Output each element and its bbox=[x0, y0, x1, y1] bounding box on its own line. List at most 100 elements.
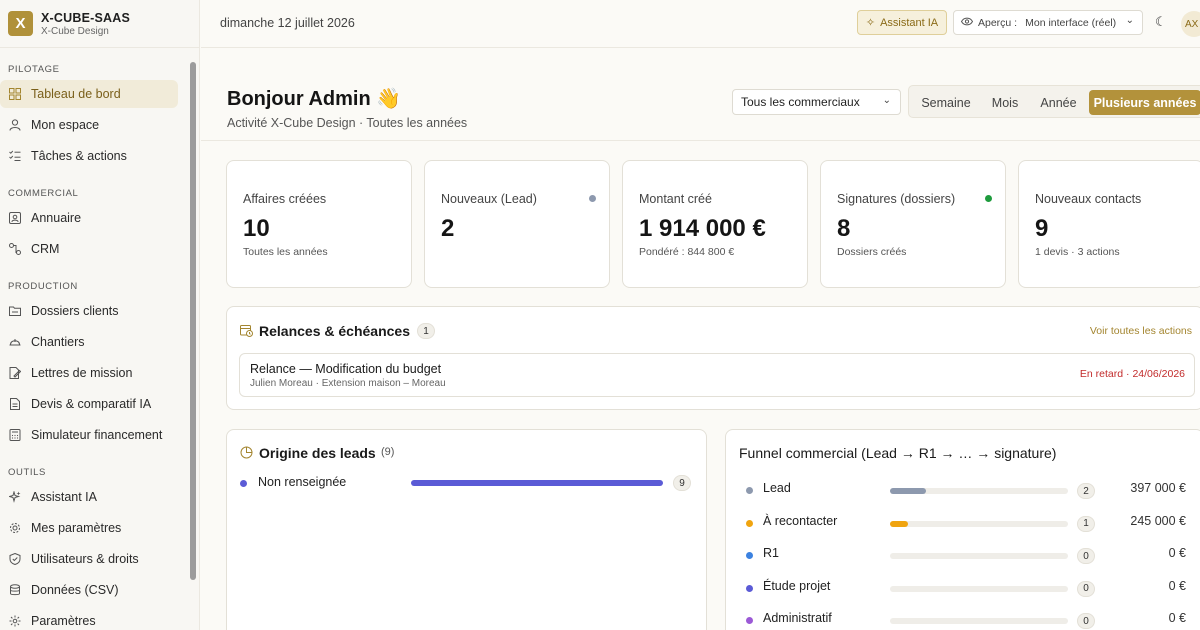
chevron-down-icon: ⌄ bbox=[882, 95, 891, 106]
current-date: dimanche 12 juillet 2026 bbox=[220, 16, 355, 30]
kpi-value: 10 bbox=[243, 215, 270, 242]
sidebar-item-utilisateurs-droits[interactable]: Utilisateurs & droits bbox=[0, 545, 178, 573]
funnel-bar-fill bbox=[890, 488, 926, 494]
preview-label: Aperçu : bbox=[978, 16, 1018, 29]
eye-icon bbox=[960, 17, 974, 29]
sidebar-scrollbar[interactable] bbox=[190, 62, 196, 580]
sidebar-item-label: Données (CSV) bbox=[31, 583, 119, 597]
sidebar-item-label: Paramètres bbox=[31, 614, 96, 628]
funnel-bar-track bbox=[890, 520, 1068, 527]
contact-card-icon bbox=[8, 211, 22, 225]
sidebar-item-annuaire[interactable]: Annuaire bbox=[0, 204, 178, 232]
kpi-value: 2 bbox=[441, 215, 455, 242]
period-semaine[interactable]: Semaine bbox=[913, 90, 979, 115]
leads-origin-count: (9) bbox=[381, 446, 395, 458]
gear-icon bbox=[8, 521, 22, 535]
funnel-count-badge: 1 bbox=[1077, 515, 1095, 532]
sidebar-item-label: Dossiers clients bbox=[31, 304, 119, 318]
funnel-bar-fill bbox=[890, 520, 908, 527]
kpi-label: Montant créé bbox=[639, 192, 712, 206]
sidebar-item-label: Assistant IA bbox=[31, 490, 97, 504]
avatar[interactable]: AX bbox=[1181, 11, 1200, 37]
relance-item-title: Relance — Modification du budget bbox=[250, 362, 442, 376]
page-subtitle: Activité X-Cube Design · Toutes les anné… bbox=[227, 116, 468, 130]
stage-dot bbox=[746, 584, 753, 592]
funnel-amount: 0 € bbox=[1168, 611, 1186, 625]
funnel-bar-track bbox=[890, 618, 1068, 624]
sidebar-item-label: CRM bbox=[31, 242, 60, 256]
sidebar-item-assistant-ia[interactable]: Assistant IA bbox=[0, 483, 178, 511]
funnel-bar-track bbox=[890, 553, 1068, 559]
sidebar-item-label: Devis & comparatif IA bbox=[31, 397, 152, 411]
sidebar-item-crm[interactable]: CRM bbox=[0, 235, 178, 263]
relances-title: Relances & échéances bbox=[259, 323, 410, 339]
sidebar-item-devis-comparatif[interactable]: Devis & comparatif IA bbox=[0, 390, 178, 418]
section-title-commercial: COMMERCIAL bbox=[8, 188, 79, 199]
funnel-amount: 245 000 € bbox=[1130, 513, 1186, 528]
assistant-ia-label: Assistant IA bbox=[880, 16, 939, 29]
section-title-outils: OUTILS bbox=[8, 467, 46, 478]
relance-item[interactable]: Relance — Modification du budget Julien … bbox=[239, 353, 1195, 397]
shield-icon bbox=[8, 552, 22, 566]
kpi-nouveaux-lead[interactable]: Nouveaux (Lead) 2 bbox=[424, 160, 610, 288]
funnel-stage-label: À recontacter bbox=[763, 513, 838, 528]
sidebar-item-parametres[interactable]: Paramètres bbox=[0, 607, 178, 630]
kpi-value: 9 bbox=[1035, 215, 1049, 242]
funnel-amount: 0 € bbox=[1168, 578, 1186, 593]
funnel-stage-label: R1 bbox=[763, 546, 779, 560]
voir-toutes-actions-link[interactable]: Voir toutes les actions bbox=[1090, 325, 1192, 337]
period-plusieurs-annees[interactable]: Plusieurs années bbox=[1089, 90, 1200, 115]
section-title-production: PRODUCTION bbox=[8, 281, 78, 292]
kpi-note: 1 devis · 3 actions bbox=[1035, 246, 1120, 258]
sparkles-icon bbox=[8, 490, 22, 504]
funnel-bar-track bbox=[890, 585, 1068, 592]
commercial-filter-select[interactable]: Tous les commerciaux ⌄ bbox=[732, 89, 901, 115]
stage-dot bbox=[746, 617, 753, 624]
calendar-clock-icon bbox=[240, 324, 253, 342]
sidebar-item-mes-parametres[interactable]: Mes paramètres bbox=[0, 514, 178, 542]
period-annee[interactable]: Année bbox=[1031, 90, 1086, 115]
lead-bar-fill bbox=[411, 480, 663, 486]
series-dot bbox=[240, 480, 247, 487]
sidebar-item-taches-actions[interactable]: Tâches & actions bbox=[0, 142, 178, 170]
sidebar-item-tableau-de-bord[interactable]: Tableau de bord bbox=[0, 80, 178, 108]
relances-count-badge: 1 bbox=[417, 323, 435, 339]
kpi-signatures[interactable]: Signatures (dossiers) 8 Dossiers créés bbox=[820, 160, 1006, 288]
brand-name: X-CUBE-SAAS bbox=[41, 10, 131, 25]
theme-toggle-moon-icon[interactable]: ☾ bbox=[1155, 14, 1167, 30]
kpi-value: 8 bbox=[837, 215, 851, 242]
leads-origin-card: Origine des leads (9) Non renseignée 9 bbox=[226, 429, 707, 630]
kpi-label: Nouveaux contacts bbox=[1035, 192, 1142, 206]
sidebar-item-chantiers[interactable]: Chantiers bbox=[0, 328, 178, 356]
brand[interactable]: X X-CUBE-SAAS X-Cube Design bbox=[0, 0, 199, 48]
kpi-nouveaux-contacts[interactable]: Nouveaux contacts 9 1 devis · 3 actions bbox=[1018, 160, 1200, 288]
kpi-montant-cree[interactable]: Montant créé 1 914 000 € Pondéré : 844 8… bbox=[622, 160, 808, 288]
preview-selector[interactable]: Aperçu : Mon interface (réel) ⌄ bbox=[953, 10, 1143, 35]
chevron-down-icon: ⌄ bbox=[1125, 15, 1134, 26]
sidebar-item-lettres-de-mission[interactable]: Lettres de mission bbox=[0, 359, 178, 387]
sidebar-item-mon-espace[interactable]: Mon espace bbox=[0, 111, 178, 139]
status-dot bbox=[589, 195, 596, 202]
document-icon bbox=[8, 397, 22, 411]
kpi-note: Dossiers créés bbox=[837, 246, 907, 258]
relance-item-status: En retard · 24/06/2026 bbox=[1079, 368, 1185, 380]
kpi-note: Pondéré : 844 800 € bbox=[639, 246, 735, 258]
sidebar-item-label: Annuaire bbox=[31, 211, 82, 225]
sidebar-item-donnees-csv[interactable]: Données (CSV) bbox=[0, 576, 178, 604]
assistant-ia-button[interactable]: ✧ Assistant IA bbox=[857, 10, 947, 35]
workflow-icon bbox=[8, 242, 22, 256]
user-icon bbox=[8, 118, 22, 132]
sidebar-item-dossiers-clients[interactable]: Dossiers clients bbox=[0, 297, 178, 325]
relances-card: Relances & échéances 1 Voir toutes les a… bbox=[226, 306, 1200, 410]
funnel-count-badge: 2 bbox=[1077, 483, 1095, 499]
funnel-card: Funnel commercial (Lead → R1 → … → signa… bbox=[725, 429, 1200, 630]
settings-icon bbox=[8, 614, 22, 628]
sidebar-item-label: Tâches & actions bbox=[31, 149, 127, 163]
lead-source-label: Non renseignée bbox=[258, 475, 347, 489]
relance-item-subtitle: Julien Moreau · Extension maison – Morea… bbox=[250, 378, 446, 389]
period-mois[interactable]: Mois bbox=[981, 90, 1029, 115]
funnel-count-badge: 0 bbox=[1077, 580, 1095, 597]
sidebar-item-label: Simulateur financement bbox=[31, 428, 163, 442]
kpi-affaires-creees[interactable]: Affaires créées 10 Toutes les années bbox=[226, 160, 412, 288]
sidebar-item-simulateur-financement[interactable]: Simulateur financement bbox=[0, 421, 178, 449]
